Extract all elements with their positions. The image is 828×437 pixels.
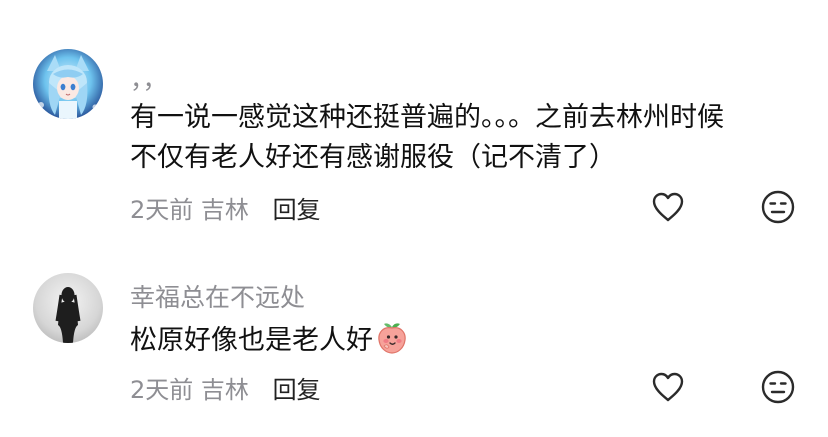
silhouette-avatar-icon bbox=[33, 273, 103, 343]
reply-button[interactable]: 回复 bbox=[273, 376, 321, 404]
comment-time: 2天前 bbox=[130, 376, 194, 404]
comment-username[interactable]: 幸福总在不远处 bbox=[130, 278, 305, 314]
comment-item: 幸福总在不远处 松原好像也是老人好 2天前 吉林 回复 bbox=[0, 240, 828, 437]
comment-text: 有一说一感觉这种还挺普遍的。。。之前去林州时候 不仅有老人好还有感谢服役（记不清… bbox=[130, 98, 800, 178]
comment-text-line: 松原好像也是老人好 bbox=[130, 325, 373, 356]
comment-location: 吉林 bbox=[200, 196, 249, 224]
comment-item: ，， 有一说一感觉这种还挺普遍的。。。之前去林州时候 不仅有老人好还有感谢服役（… bbox=[0, 0, 828, 240]
comment-meta: 2天前 吉林 回复 bbox=[130, 370, 321, 405]
comment-time: 2天前 bbox=[130, 196, 194, 224]
anime-girl-avatar-icon bbox=[33, 49, 103, 119]
comment-username[interactable]: ，， bbox=[130, 60, 168, 96]
comment-location: 吉林 bbox=[200, 376, 249, 404]
heart-outline-icon[interactable] bbox=[650, 189, 686, 225]
comment-text: 松原好像也是老人好 bbox=[130, 321, 800, 361]
heart-outline-icon[interactable] bbox=[650, 369, 686, 405]
comment-meta: 2天前 吉林 回复 bbox=[130, 190, 321, 225]
user-avatar[interactable] bbox=[33, 273, 103, 343]
user-avatar[interactable] bbox=[33, 49, 103, 119]
comment-text-line: 不仅有老人好还有感谢服役（记不清了） bbox=[130, 142, 616, 173]
peach-emoji-icon bbox=[375, 321, 409, 355]
neutral-face-icon[interactable] bbox=[760, 189, 796, 225]
comment-text-line: 有一说一感觉这种还挺普遍的。。。之前去林州时候 bbox=[130, 102, 724, 133]
reply-button[interactable]: 回复 bbox=[273, 196, 321, 224]
neutral-face-icon[interactable] bbox=[760, 369, 796, 405]
